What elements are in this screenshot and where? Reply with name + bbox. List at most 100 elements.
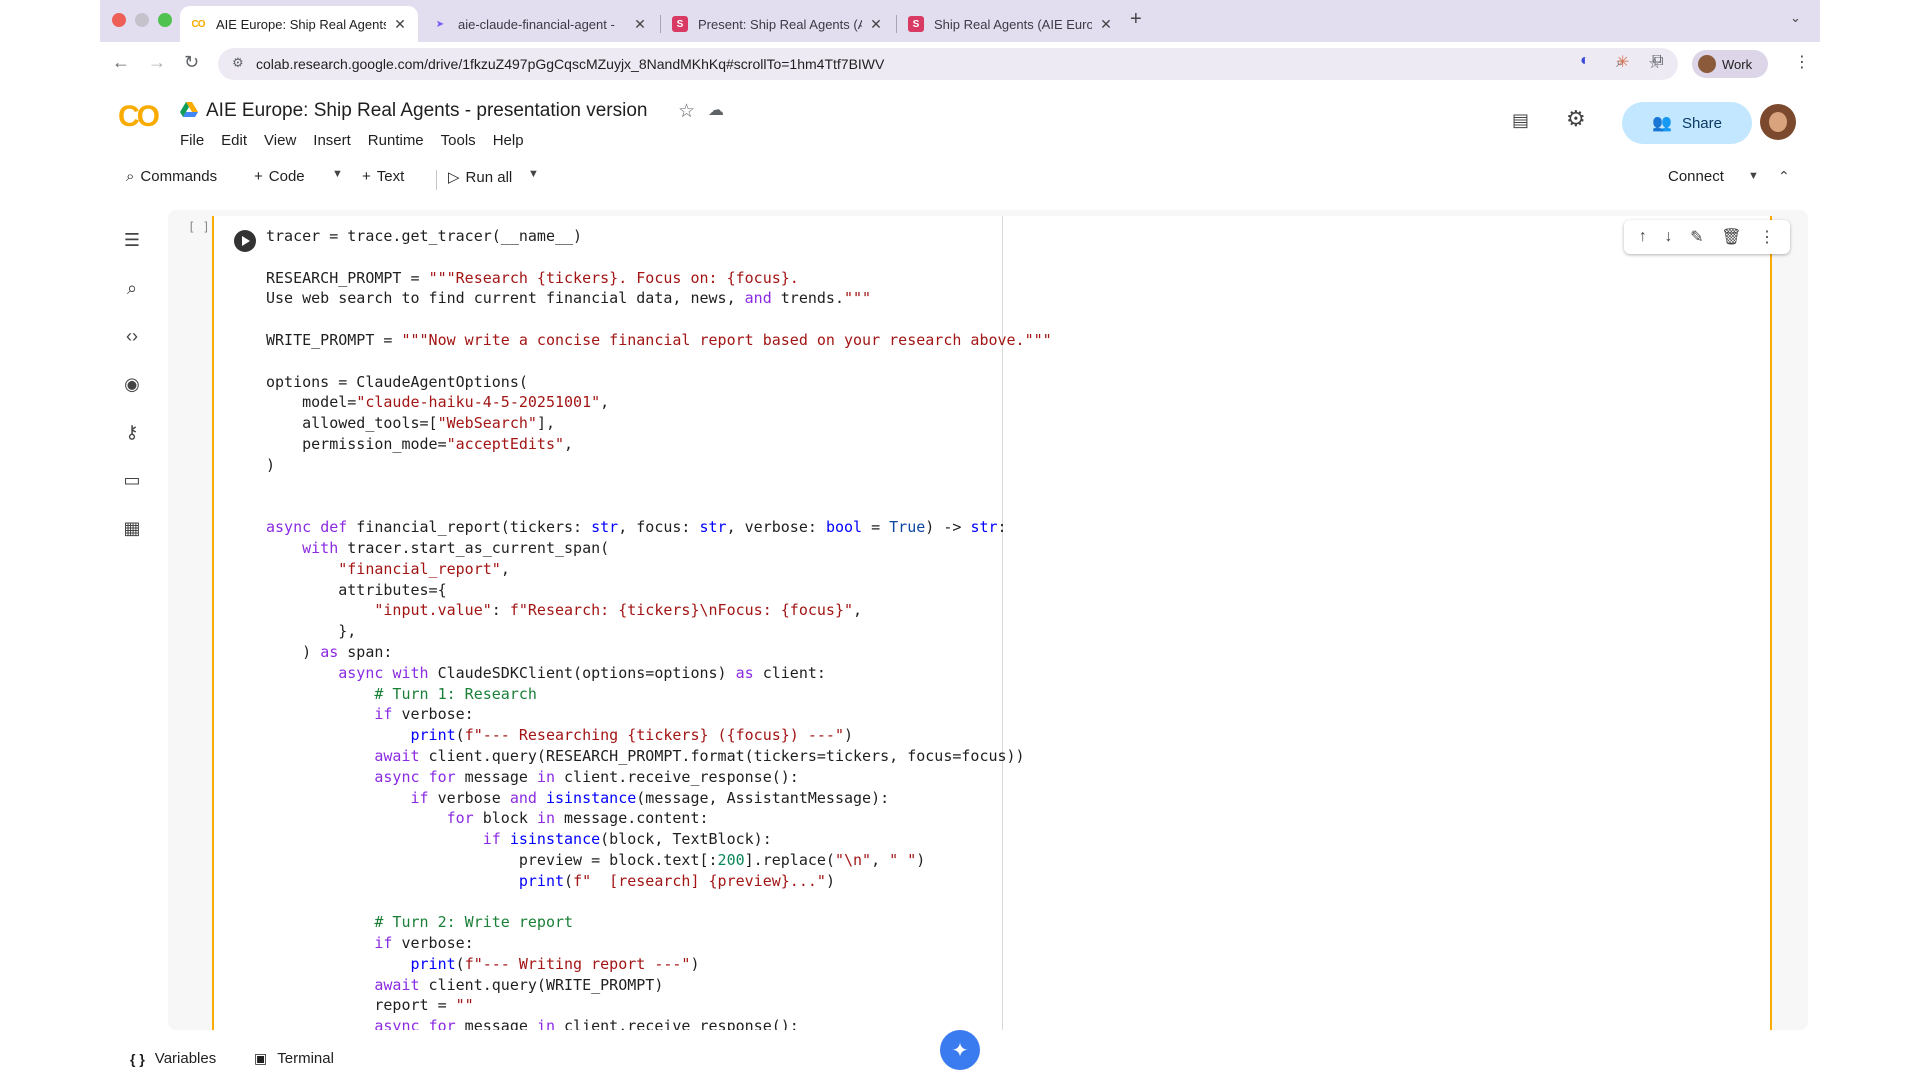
extension-shield-icon[interactable]: ◐ xyxy=(1580,52,1590,70)
menu-insert[interactable]: Insert xyxy=(313,132,351,149)
variables-inspector-icon[interactable]: ◉ xyxy=(120,372,144,396)
cloud-saved-icon[interactable]: ☁ xyxy=(708,100,724,120)
code-line[interactable]: ​ xyxy=(266,496,1052,517)
secrets-key-icon[interactable]: ⚷ xyxy=(120,420,144,444)
code-dropdown-icon[interactable]: ▼ xyxy=(332,168,343,180)
table-of-contents-icon[interactable]: ☰ xyxy=(120,228,144,252)
claude-extension-icon[interactable]: ✳ xyxy=(1616,52,1629,72)
add-text-button[interactable]: + Text xyxy=(362,168,404,185)
back-arrow-icon[interactable]: ← xyxy=(112,52,130,73)
profile-chip[interactable]: Work xyxy=(1692,50,1768,78)
code-line[interactable]: ​ xyxy=(266,892,1052,913)
data-table-icon[interactable]: ▦ xyxy=(120,516,144,540)
code-line[interactable]: report = "" xyxy=(266,995,1052,1016)
code-line[interactable]: }, xyxy=(266,621,1052,642)
gemini-sparkle-icon[interactable]: ✦ xyxy=(940,1030,980,1070)
connect-dropdown-icon[interactable]: ▼ xyxy=(1748,170,1759,182)
run-cell-play-icon[interactable] xyxy=(234,230,256,252)
notebook-title[interactable]: AIE Europe: Ship Real Agents - presentat… xyxy=(206,100,647,122)
code-line[interactable]: RESEARCH_PROMPT = """Research {tickers}.… xyxy=(266,268,1052,289)
code-line[interactable]: allowed_tools=["WebSearch"], xyxy=(266,413,1052,434)
code-line[interactable]: print(f" [research] {preview}...") xyxy=(266,871,1052,892)
run-all-dropdown-icon[interactable]: ▼ xyxy=(528,168,539,180)
code-line[interactable]: if isinstance(block, TextBlock): xyxy=(266,829,1052,850)
tab-search-chevron-icon[interactable]: ⌄ xyxy=(1790,10,1801,26)
extensions-puzzle-icon[interactable]: ⧉ xyxy=(1652,52,1663,70)
new-tab-icon[interactable]: + xyxy=(1130,8,1142,31)
tab-close-icon[interactable]: ✕ xyxy=(868,16,884,33)
code-line[interactable]: model="claude-haiku-4-5-20251001", xyxy=(266,392,1052,413)
code-line[interactable]: ) as span: xyxy=(266,642,1052,663)
address-bar[interactable]: ⚙ colab.research.google.com/drive/1fkzuZ… xyxy=(218,48,1678,80)
code-line[interactable]: ​ xyxy=(266,476,1052,497)
menu-tools[interactable]: Tools xyxy=(441,132,476,149)
move-cell-down-icon[interactable]: ↓ xyxy=(1664,228,1672,246)
add-code-button[interactable]: + Code xyxy=(254,168,305,185)
variables-button[interactable]: { } Variables xyxy=(130,1050,216,1067)
window-close-button[interactable] xyxy=(112,13,126,27)
more-options-icon[interactable]: ⋮ xyxy=(1759,227,1775,247)
code-line[interactable]: async def financial_report(tickers: str,… xyxy=(266,517,1052,538)
code-line[interactable]: "financial_report", xyxy=(266,559,1052,580)
code-line[interactable]: async for message in client.receive_resp… xyxy=(266,1016,1052,1030)
tab-close-icon[interactable]: ✕ xyxy=(392,16,408,33)
site-settings-icon[interactable]: ⚙ xyxy=(232,55,244,71)
browser-tab-github[interactable]: ➤ aie-claude-financial-agent - ✕ xyxy=(422,6,658,42)
commands-button[interactable]: ⌕ Commands xyxy=(126,168,217,185)
tab-close-icon[interactable]: ✕ xyxy=(1098,16,1114,33)
connect-button[interactable]: Connect xyxy=(1668,168,1724,185)
address-url[interactable]: colab.research.google.com/drive/1fkzuZ49… xyxy=(256,56,884,72)
colab-logo[interactable]: CO xyxy=(118,100,160,134)
code-line[interactable]: ) xyxy=(266,455,1052,476)
move-cell-up-icon[interactable]: ↑ xyxy=(1639,228,1647,246)
window-maximize-button[interactable] xyxy=(158,13,172,27)
code-line[interactable]: options = ClaudeAgentOptions( xyxy=(266,372,1052,393)
share-button[interactable]: 👥 Share xyxy=(1622,102,1752,144)
menu-help[interactable]: Help xyxy=(493,132,524,149)
menu-runtime[interactable]: Runtime xyxy=(368,132,424,149)
code-line[interactable]: async with ClaudeSDKClient(options=optio… xyxy=(266,663,1052,684)
browser-menu-icon[interactable]: ⋮ xyxy=(1794,52,1810,72)
tab-close-icon[interactable]: ✕ xyxy=(632,16,648,33)
menu-view[interactable]: View xyxy=(264,132,296,149)
code-line[interactable]: ​ xyxy=(266,247,1052,268)
code-line[interactable]: with tracer.start_as_current_span( xyxy=(266,538,1052,559)
code-line[interactable]: "input.value": f"Research: {tickers}\nFo… xyxy=(266,600,1052,621)
code-cell[interactable]: tracer = trace.get_tracer(__name__)​RESE… xyxy=(212,216,1790,1030)
menu-edit[interactable]: Edit xyxy=(221,132,247,149)
files-folder-icon[interactable]: ▭ xyxy=(120,468,144,492)
menu-file[interactable]: File xyxy=(180,132,204,149)
reload-icon[interactable]: ↻ xyxy=(184,52,199,73)
browser-tab-present[interactable]: S Present: Ship Real Agents (A ✕ xyxy=(662,6,894,42)
code-line[interactable]: await client.query(RESEARCH_PROMPT.forma… xyxy=(266,746,1052,767)
account-avatar[interactable] xyxy=(1760,104,1796,140)
find-replace-icon[interactable]: ⌕ xyxy=(120,276,144,300)
delete-trash-icon[interactable]: 🗑 xyxy=(1721,227,1741,247)
browser-tab-colab[interactable]: CO AIE Europe: Ship Real Agents ✕ xyxy=(180,6,418,42)
code-line[interactable]: if verbose: xyxy=(266,933,1052,954)
code-line[interactable]: print(f"--- Researching {tickers} ({focu… xyxy=(266,725,1052,746)
code-line[interactable]: for block in message.content: xyxy=(266,808,1052,829)
code-snippets-icon[interactable]: ‹› xyxy=(120,324,144,348)
code-line[interactable]: if verbose: xyxy=(266,704,1052,725)
star-icon[interactable]: ☆ xyxy=(678,100,695,123)
window-minimize-button[interactable] xyxy=(135,13,149,27)
code-line[interactable]: ​ xyxy=(266,351,1052,372)
code-line[interactable]: async for message in client.receive_resp… xyxy=(266,767,1052,788)
terminal-button[interactable]: ▣ Terminal xyxy=(254,1050,334,1067)
edit-pencil-icon[interactable]: ✎ xyxy=(1690,227,1703,247)
code-line[interactable]: print(f"--- Writing report ---") xyxy=(266,954,1052,975)
comments-icon[interactable]: ▤ xyxy=(1512,110,1529,131)
run-all-button[interactable]: ▷ Run all xyxy=(448,168,512,187)
browser-tab-slides[interactable]: S Ship Real Agents (AIE Europe ✕ xyxy=(898,6,1124,42)
code-line[interactable]: WRITE_PROMPT = """Now write a concise fi… xyxy=(266,330,1052,351)
settings-gear-icon[interactable]: ⚙ xyxy=(1566,106,1586,132)
code-line[interactable]: # Turn 1: Research xyxy=(266,684,1052,705)
code-line[interactable]: if verbose and isinstance(message, Assis… xyxy=(266,788,1052,809)
code-line[interactable]: attributes={ xyxy=(266,580,1052,601)
code-line[interactable]: tracer = trace.get_tracer(__name__) xyxy=(266,226,1052,247)
code-line[interactable]: Use web search to find current financial… xyxy=(266,288,1052,309)
code-line[interactable]: # Turn 2: Write report xyxy=(266,912,1052,933)
code-line[interactable]: preview = block.text[:200].replace("\n",… xyxy=(266,850,1052,871)
collapse-header-chevron-icon[interactable]: ⌃ xyxy=(1778,168,1790,185)
